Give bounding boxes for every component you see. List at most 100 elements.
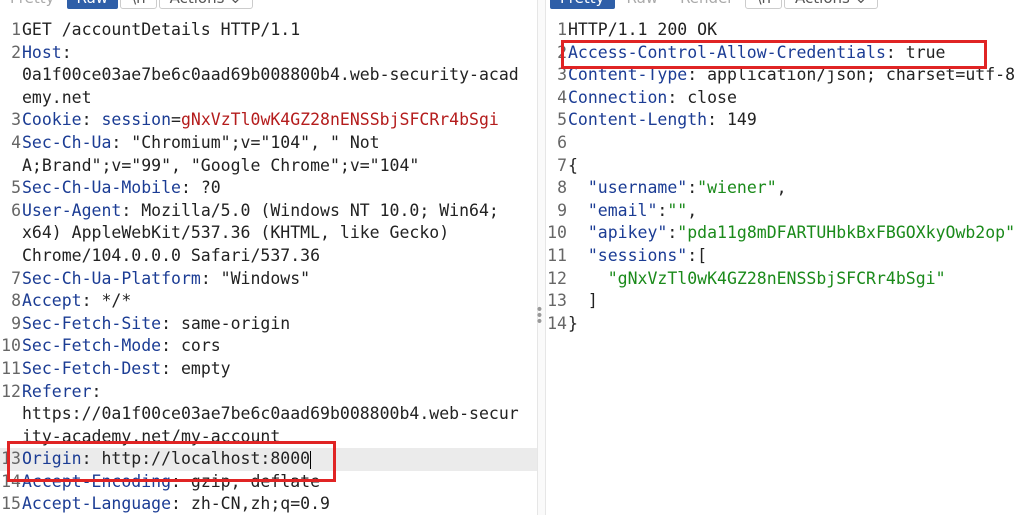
header-name: Sec-Ch-Ua-Platform xyxy=(22,268,201,288)
code-token: A;Brand";v="99", "Google Chrome";v="104" xyxy=(22,155,420,175)
response-line[interactable]: 5 Content-Length: 149 xyxy=(546,109,1021,132)
json-key: "apikey" xyxy=(587,223,668,243)
response-line[interactable]: 8 "username":"wiener", xyxy=(546,177,1021,200)
line-number: 10 xyxy=(547,223,567,243)
request-line[interactable]: 9 Sec-Fetch-Site: same-origin xyxy=(0,313,537,336)
request-line[interactable]: 1 GET /accountDetails HTTP/1.1 xyxy=(0,19,537,42)
response-line-text: ] xyxy=(567,290,1021,313)
request-line[interactable]: 6 User-Agent: Mozilla/5.0 (Windows NT 10.… xyxy=(0,200,537,223)
request-line[interactable]: emy.net xyxy=(0,87,537,110)
line-number: 9 xyxy=(11,313,21,333)
request-line[interactable]: x64) AppleWebKit/537.36 (KHTML, like Gec… xyxy=(0,222,537,245)
header-name: Sec-Ch-Ua xyxy=(22,132,112,152)
response-line-text: "sessions":[ xyxy=(567,245,1021,268)
response-tab-raw[interactable]: Raw xyxy=(617,0,669,9)
response-line[interactable]: 6 xyxy=(546,132,1021,155)
response-line[interactable]: 13 ] xyxy=(546,290,1021,313)
code-token: : xyxy=(687,178,698,198)
code-token: { xyxy=(568,155,578,175)
pane-divider[interactable] xyxy=(537,0,546,515)
request-line-text: https://0a1f00ce03ae7be6c0aad69b008800b4… xyxy=(21,403,537,426)
request-line[interactable]: Chrome/104.0.0.0 Safari/537.36 xyxy=(0,245,537,268)
line-number: 7 xyxy=(11,268,21,288)
header-name: Host xyxy=(22,42,62,62)
request-tab-pretty[interactable]: Pretty xyxy=(0,0,65,9)
request-line[interactable]: 15 Accept-Language: zh-CN,zh;q=0.9 xyxy=(0,493,537,515)
code-token: Chrome/104.0.0.0 Safari/537.36 xyxy=(22,245,321,265)
request-line-text: Cookie: session=gNxVzTl0wK4GZ28nENSSbjSF… xyxy=(21,109,537,132)
code-token: ] xyxy=(568,291,598,311)
line-number: 6 xyxy=(11,200,21,220)
json-string: "" xyxy=(667,200,688,220)
request-line-text: User-Agent: Mozilla/5.0 (Windows NT 10.0… xyxy=(21,200,537,223)
line-number: 13 xyxy=(547,291,567,311)
response-line[interactable]: 9 "email":"", xyxy=(546,200,1021,223)
request-tab-n[interactable]: \n xyxy=(120,0,157,9)
request-line[interactable]: 11 Sec-Fetch-Dest: empty xyxy=(0,358,537,381)
request-line-text: Sec-Ch-Ua-Platform: "Windows" xyxy=(21,268,537,291)
header-name: Sec-Fetch-Site xyxy=(22,313,162,333)
response-pane: PrettyRawRender\nActions ⌄ 1HTTP/1.1 200… xyxy=(546,0,1021,515)
response-line[interactable]: 1 HTTP/1.1 200 OK xyxy=(546,19,1021,42)
code-token: GET /accountDetails HTTP/1.1 xyxy=(22,20,301,39)
request-tab-raw[interactable]: Raw xyxy=(66,0,119,9)
code-token: : "Windows" xyxy=(200,268,311,288)
code-token: : empty xyxy=(161,358,231,378)
response-tab-n[interactable]: \n xyxy=(745,0,783,9)
response-line-text: "email":"", xyxy=(567,200,1021,223)
request-line[interactable]: 12 Referer: xyxy=(0,381,537,404)
code-token: : close xyxy=(667,87,737,107)
response-line[interactable]: 12 "gNxVzTl0wK4GZ28nENSSbjSFCRr4bSgi" xyxy=(546,268,1021,291)
header-name: Accept xyxy=(22,291,82,311)
json-key: "email" xyxy=(587,200,658,220)
response-line[interactable]: 14} xyxy=(546,313,1021,336)
request-line[interactable]: 7 Sec-Ch-Ua-Platform: "Windows" xyxy=(0,268,537,291)
request-line-text: Chrome/104.0.0.0 Safari/537.36 xyxy=(21,245,537,268)
request-line[interactable]: https://0a1f00ce03ae7be6c0aad69b008800b4… xyxy=(0,403,537,426)
line-number: 10 xyxy=(1,336,21,356)
response-tab-pretty[interactable]: Pretty xyxy=(550,0,615,9)
json-string: "pda11g8mDFARTUHbkBxFBGOXkyOwb2op" xyxy=(677,223,1016,243)
line-number: 7 xyxy=(557,155,567,175)
code-token: x64) AppleWebKit/537.36 (KHTML, like Gec… xyxy=(22,223,450,243)
line-number xyxy=(0,222,21,245)
response-line-text: "apikey":"pda11g8mDFARTUHbkBxFBGOXkyOwb2… xyxy=(567,222,1021,245)
request-line-text: Sec-Ch-Ua: "Chromium";v="104", " Not xyxy=(21,132,537,155)
response-line-text: { xyxy=(567,155,1021,178)
line-number: 5 xyxy=(11,178,21,198)
request-line[interactable]: 2 Host: xyxy=(0,42,537,65)
request-line[interactable]: 3 Cookie: session=gNxVzTl0wK4GZ28nENSSbjS… xyxy=(0,109,537,132)
request-pane: PrettyRaw\nActions ⌄ 1GET /accountDetail… xyxy=(0,0,537,515)
code-token: : xyxy=(667,223,678,243)
request-line[interactable]: 0a1f00ce03ae7be6c0aad69b008800b4.web-sec… xyxy=(0,64,537,87)
header-name: Content-Length xyxy=(568,110,708,130)
request-line[interactable]: 10 Sec-Fetch-Mode: cors xyxy=(0,335,537,358)
request-tab-actions[interactable]: Actions ⌄ xyxy=(158,0,253,9)
code-token: : xyxy=(657,200,668,220)
request-line[interactable]: 8 Accept: */* xyxy=(0,290,537,313)
line-number: 4 xyxy=(557,87,567,107)
code-token: : Mozilla/5.0 (Windows NT 10.0; Win64; xyxy=(121,200,499,220)
response-line[interactable]: 10 "apikey":"pda11g8mDFARTUHbkBxFBGOXkyO… xyxy=(546,222,1021,245)
divider-grip-icon[interactable]: • • • xyxy=(535,303,544,329)
response-tab-actions[interactable]: Actions ⌄ xyxy=(784,0,879,9)
request-line[interactable]: 5 Sec-Ch-Ua-Mobile: ?0 xyxy=(0,177,537,200)
request-line[interactable]: A;Brand";v="99", "Google Chrome";v="104" xyxy=(0,155,537,178)
code-token: : */* xyxy=(81,291,132,311)
response-tab-render[interactable]: Render xyxy=(670,0,743,9)
code-token: https://0a1f00ce03ae7be6c0aad69b008800b4… xyxy=(22,404,519,424)
response-line-text: HTTP/1.1 200 OK xyxy=(567,19,1021,42)
code-token: : xyxy=(81,110,102,130)
line-number xyxy=(0,245,21,268)
response-line[interactable]: 4 Connection: close xyxy=(546,87,1021,110)
response-line[interactable]: 7{ xyxy=(546,155,1021,178)
request-line-text: Referer: xyxy=(21,381,537,404)
response-line-text xyxy=(567,132,1021,155)
request-line[interactable]: 4 Sec-Ch-Ua: "Chromium";v="104", " Not xyxy=(0,132,537,155)
response-line-text: } xyxy=(567,313,1021,336)
code-token: } xyxy=(568,313,578,333)
line-number xyxy=(0,403,21,426)
response-line[interactable]: 11 "sessions":[ xyxy=(546,245,1021,268)
